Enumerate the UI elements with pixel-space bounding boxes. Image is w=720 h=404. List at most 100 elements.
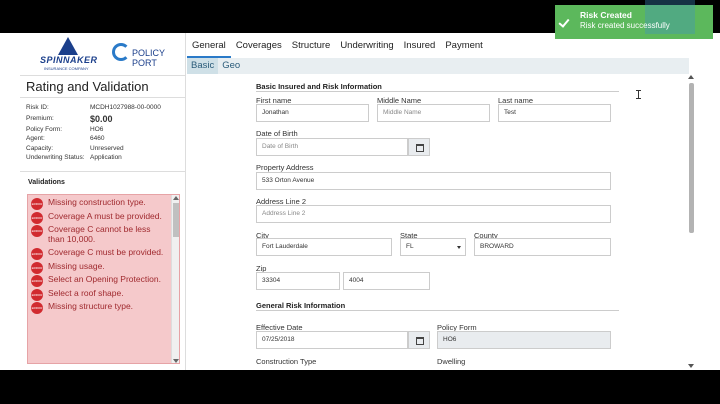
main-content: General Coverages Structure Underwriting…: [187, 33, 720, 370]
validation-item: ERROR Coverage A must be provided.: [28, 211, 179, 224]
premium-row: Premium: $0.00: [26, 113, 182, 125]
scroll-up-icon[interactable]: [688, 75, 694, 79]
state-select[interactable]: FL: [400, 238, 466, 256]
effective-date-calendar-button[interactable]: [408, 331, 430, 349]
validation-item: ERROR Missing structure type.: [28, 301, 179, 314]
section-title-general-risk: General Risk Information: [256, 301, 346, 310]
scrollbar-thumb[interactable]: [689, 83, 694, 233]
main-scrollbar[interactable]: [687, 75, 695, 370]
section-title-basic: Basic Insured and Risk Information: [256, 82, 382, 91]
app-window: SPINNAKER INSURANCE COMPANY POLICY PORT …: [0, 33, 720, 370]
tab-insured[interactable]: Insured: [399, 33, 441, 58]
check-icon: [558, 16, 570, 28]
risk-id-value: MCDH1027988-00-0000: [90, 104, 161, 111]
tab-payment[interactable]: Payment: [440, 33, 488, 58]
validation-item: ERROR Coverage C cannot be less than 10,0…: [28, 224, 179, 244]
risk-id-row: Risk ID: MCDH1027988-00-0000: [26, 103, 182, 113]
section-divider: [256, 91, 619, 92]
validations-scrollbar[interactable]: [171, 195, 179, 363]
scroll-down-icon[interactable]: [688, 364, 694, 368]
agent-label: Agent:: [26, 135, 45, 142]
agent-row: Agent: 6460: [26, 134, 182, 144]
panel-title: Rating and Validation: [26, 79, 149, 94]
error-icon: ERROR: [31, 261, 43, 274]
validation-text: Select an Opening Protection.: [48, 274, 161, 284]
section-divider: [256, 310, 619, 311]
tab-general[interactable]: General: [187, 33, 231, 58]
validation-item: ERROR Select an Opening Protection.: [28, 274, 179, 287]
spinnaker-logo: SPINNAKER INSURANCE COMPANY: [40, 37, 112, 73]
error-icon: ERROR: [31, 198, 43, 210]
policy-form-label: Policy Form:: [26, 125, 63, 133]
scrollbar-thumb[interactable]: [173, 203, 179, 237]
main-tabs: General Coverages Structure Underwriting…: [187, 33, 488, 58]
city-field[interactable]: Fort Lauderdale: [256, 238, 392, 256]
scroll-up-icon[interactable]: [173, 196, 179, 200]
policy-port-logo-text: POLICY PORT: [132, 48, 165, 68]
subtab-geo[interactable]: Geo: [218, 58, 244, 74]
state-value: FL: [406, 243, 414, 250]
text-cursor-icon: [636, 90, 641, 99]
uw-status-label: Underwriting Status:: [26, 154, 85, 161]
zip-field[interactable]: 33304: [256, 272, 340, 290]
policy-form-field: HO6: [437, 331, 611, 349]
last-name-field[interactable]: Test: [498, 104, 611, 122]
dob-label: Date of Birth: [256, 129, 298, 138]
screen-bottom-bar: [0, 370, 720, 404]
risk-id-label: Risk ID:: [26, 104, 49, 111]
construction-type-label: Construction Type: [256, 357, 317, 366]
policy-form-row: Policy Form: HO6: [26, 125, 182, 135]
uw-status-row: Underwriting Status: Application: [26, 153, 182, 163]
premium-value: $0.00: [90, 113, 113, 124]
chevron-down-icon: [457, 246, 461, 249]
zip4-field[interactable]: 4004: [343, 272, 430, 290]
toast-title: Risk Created: [580, 10, 632, 20]
property-address-field[interactable]: 533 Orton Avenue: [256, 172, 611, 190]
validation-item: ERROR Select a roof shape.: [28, 287, 179, 301]
dob-field[interactable]: Date of Birth: [256, 138, 408, 156]
uw-status-value: Application: [90, 154, 122, 161]
logo-bar: SPINNAKER INSURANCE COMPANY POLICY PORT: [20, 33, 186, 75]
validations-heading: Validations: [28, 179, 65, 186]
tab-structure[interactable]: Structure: [287, 33, 336, 58]
dob-calendar-button[interactable]: [408, 138, 430, 156]
error-icon: ERROR: [31, 275, 43, 287]
risk-created-toast[interactable]: Risk Created Risk created successfully: [555, 0, 713, 39]
address-line2-field[interactable]: Address Line 2: [256, 205, 611, 223]
divider: [20, 75, 186, 76]
county-field[interactable]: BROWARD: [474, 238, 611, 256]
scroll-down-icon[interactable]: [173, 359, 179, 363]
effective-date-field[interactable]: 07/25/2018: [256, 331, 408, 349]
policy-form-value: HO6: [90, 125, 104, 133]
error-icon: ERROR: [31, 225, 43, 237]
calendar-icon: [416, 144, 424, 152]
error-icon: ERROR: [31, 211, 43, 224]
sail-icon: [58, 37, 78, 55]
error-icon: ERROR: [31, 288, 43, 301]
agent-value: 6460: [90, 135, 105, 142]
sub-tabs: Basic Geo: [187, 58, 689, 74]
validation-text: Missing construction type.: [48, 197, 146, 207]
dwelling-label: Dwelling: [437, 357, 466, 366]
calendar-icon: [416, 337, 424, 345]
validation-item: ERROR Missing construction type.: [28, 197, 179, 210]
validation-text: Coverage C cannot be less than 10,000.: [48, 224, 151, 244]
validations-list[interactable]: ERROR Missing construction type. ERROR Cov…: [27, 194, 180, 364]
middle-name-field[interactable]: Middle Name: [377, 104, 490, 122]
tab-underwriting[interactable]: Underwriting: [335, 33, 398, 58]
spinnaker-logo-subtext: INSURANCE COMPANY: [44, 66, 89, 71]
toast-message: Risk created successfully: [580, 21, 670, 30]
tab-coverages[interactable]: Coverages: [231, 33, 287, 58]
subtab-basic[interactable]: Basic: [187, 58, 219, 74]
first-name-field[interactable]: Jonathan: [256, 104, 369, 122]
divider: [20, 97, 186, 98]
validation-text: Coverage C must be provided.: [48, 247, 164, 257]
risk-info: Risk ID: MCDH1027988-00-0000 Premium: $0.0…: [26, 103, 182, 163]
error-icon: ERROR: [31, 302, 43, 314]
property-address-label: Property Address: [256, 163, 314, 172]
error-icon: ERROR: [31, 248, 43, 260]
spinnaker-logo-text: SPINNAKER: [40, 55, 98, 65]
capacity-label: Capacity:: [26, 144, 54, 152]
validation-text: Missing structure type.: [48, 301, 134, 311]
validation-text: Select a roof shape.: [48, 287, 124, 298]
